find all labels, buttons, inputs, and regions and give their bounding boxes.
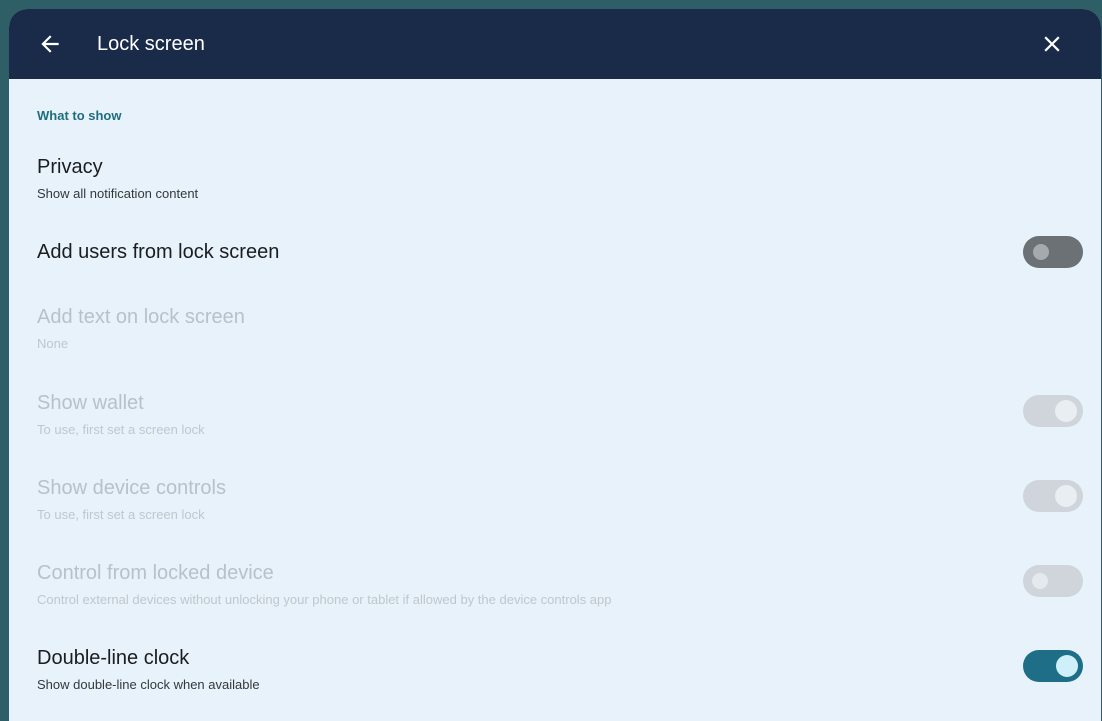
setting-title: Show wallet — [37, 392, 144, 414]
toggle-knob — [1055, 485, 1077, 507]
settings-window: Lock screen What to show Privacy Show al… — [9, 9, 1101, 721]
close-icon — [1044, 36, 1060, 52]
section-header-what-to-show: What to show — [37, 108, 122, 123]
setting-title: Double-line clock — [37, 647, 190, 669]
setting-summary: Control external devices without unlocki… — [37, 592, 612, 607]
setting-title: Privacy — [37, 156, 103, 178]
back-button[interactable] — [37, 31, 63, 57]
control-from-locked-device-toggle — [1023, 565, 1083, 597]
setting-show-device-controls: Show device controls To use, first set a… — [9, 477, 1101, 543]
toggle-knob — [1055, 400, 1077, 422]
setting-summary: None — [37, 336, 69, 351]
setting-summary: To use, first set a screen lock — [37, 422, 205, 437]
toggle-knob — [1033, 244, 1049, 260]
setting-show-wallet: Show wallet To use, first set a screen l… — [9, 392, 1101, 458]
setting-control-from-locked-device: Control from locked device Control exter… — [9, 562, 1101, 628]
add-users-toggle[interactable] — [1023, 236, 1083, 268]
page-title: Lock screen — [97, 33, 205, 55]
show-wallet-toggle — [1023, 395, 1083, 427]
setting-add-text-on-lock-screen: Add text on lock screen None — [9, 306, 1101, 372]
show-device-controls-toggle — [1023, 480, 1083, 512]
setting-summary: To use, first set a screen lock — [37, 507, 205, 522]
setting-title: Control from locked device — [37, 562, 274, 584]
setting-summary: Show double-line clock when available — [37, 677, 260, 692]
setting-title: Add text on lock screen — [37, 306, 245, 328]
double-line-clock-toggle[interactable] — [1023, 650, 1083, 682]
toggle-knob — [1056, 655, 1078, 677]
arrow-left-icon — [41, 35, 59, 53]
setting-privacy[interactable]: Privacy Show all notification content — [9, 156, 1101, 222]
close-button[interactable] — [1039, 31, 1065, 57]
setting-title: Show device controls — [37, 477, 226, 499]
app-bar: Lock screen — [9, 9, 1101, 79]
toggle-knob — [1032, 573, 1048, 589]
setting-title: Add users from lock screen — [37, 241, 280, 263]
setting-double-line-clock[interactable]: Double-line clock Show double-line clock… — [9, 647, 1101, 713]
setting-summary: Show all notification content — [37, 186, 199, 201]
setting-add-users-from-lock-screen[interactable]: Add users from lock screen — [9, 241, 1101, 307]
